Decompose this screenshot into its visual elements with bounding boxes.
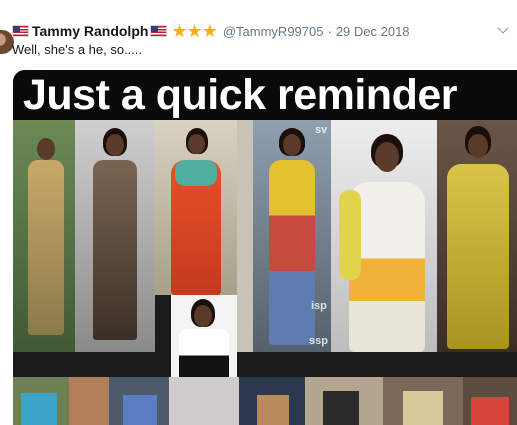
collage-photo-2 <box>75 120 155 352</box>
collage-photo-5: sv isp ssp <box>253 120 331 352</box>
watermark-text: isp <box>311 300 327 312</box>
us-flag-icon <box>12 25 29 37</box>
collage-photo-7 <box>437 120 517 352</box>
tweet-media-image[interactable]: Just a quick reminder sv isp ssp <box>13 70 517 425</box>
collage-photo-14 <box>305 377 383 425</box>
tweet[interactable]: Tammy Randolph ★★★ @TammyR99705 · 29 Dec… <box>0 0 517 425</box>
tweet-text: Well, she's a he, so..... <box>12 42 143 57</box>
collage-photo-11 <box>109 377 169 425</box>
us-flag-icon <box>150 25 168 37</box>
collage-photo-9 <box>13 377 69 425</box>
collage-photo-6 <box>331 120 437 352</box>
collage-photo-8 <box>171 295 237 377</box>
collage-photo-15 <box>383 377 463 425</box>
collage-photo-16 <box>463 377 517 425</box>
watermark-text: ssp <box>309 335 328 347</box>
collage-photo-12 <box>169 377 239 425</box>
image-headline: Just a quick reminder <box>13 70 517 120</box>
watermark-text: sv <box>315 124 328 136</box>
tweet-header: Tammy Randolph ★★★ @TammyR99705 · 29 Dec… <box>12 20 410 42</box>
collage-photo-1 <box>13 120 75 352</box>
meta-separator: · <box>327 23 332 39</box>
collage-photo-3 <box>155 120 237 295</box>
stars-emoji: ★★★ <box>171 21 217 41</box>
tweet-date[interactable]: 29 Dec 2018 <box>336 24 410 39</box>
collage-photo-4 <box>237 120 253 352</box>
chevron-down-icon[interactable] <box>497 22 509 34</box>
author-name[interactable]: Tammy Randolph <box>32 23 148 39</box>
collage-photo-13 <box>239 377 305 425</box>
collage-photo-10 <box>69 377 109 425</box>
author-handle[interactable]: @TammyR99705 <box>223 24 324 39</box>
